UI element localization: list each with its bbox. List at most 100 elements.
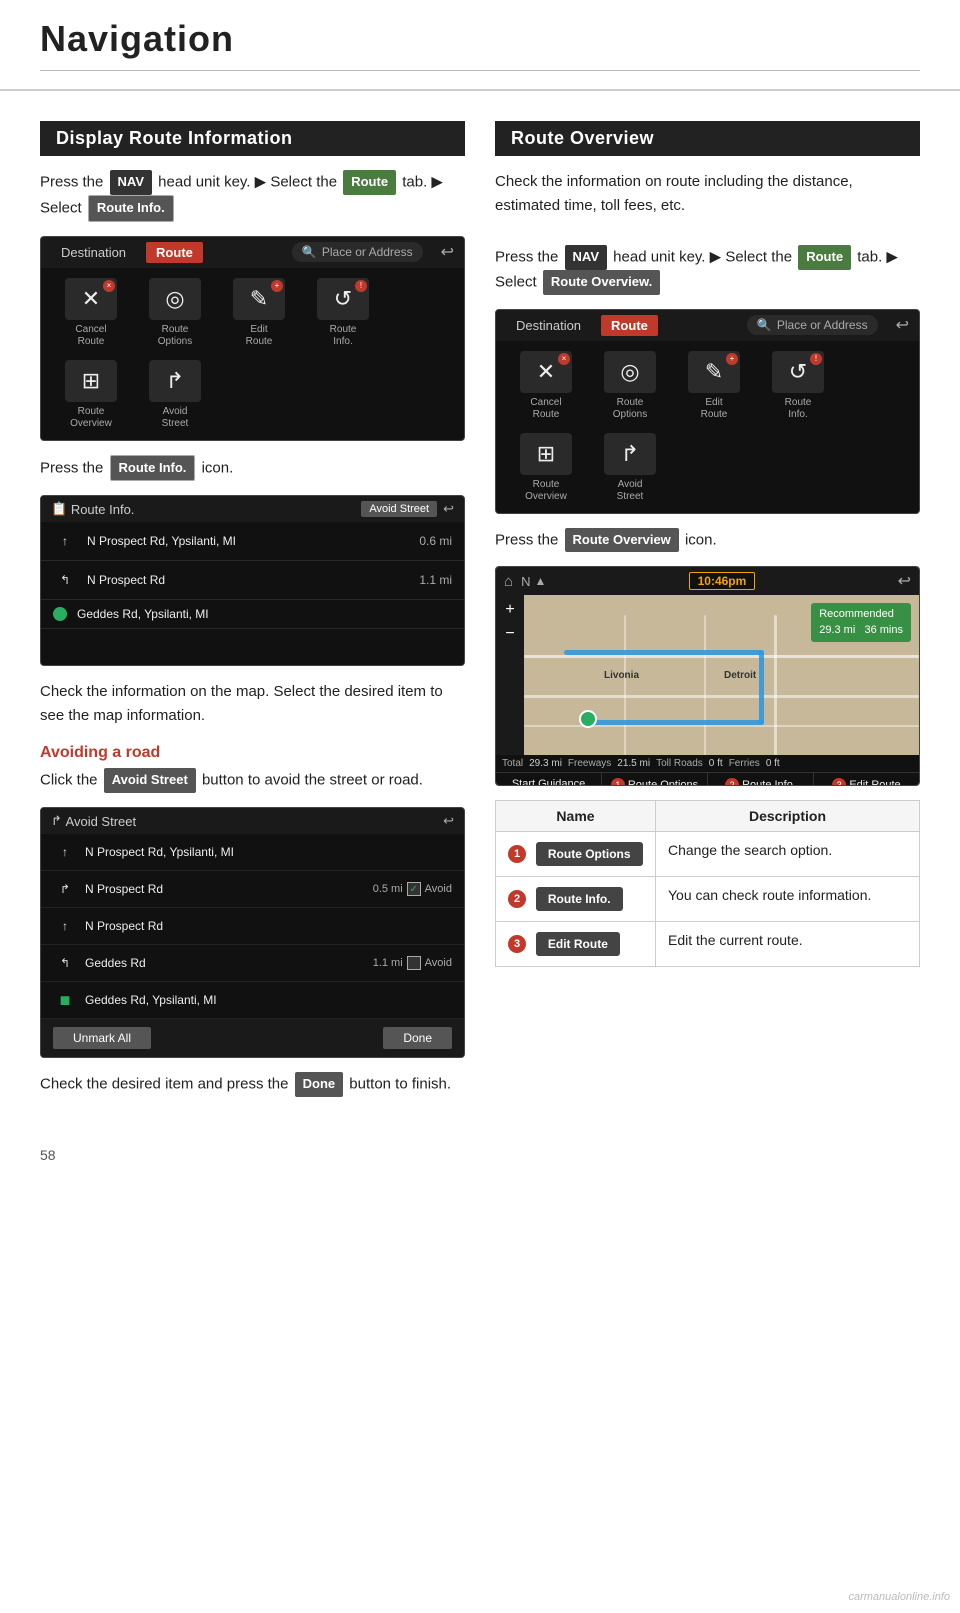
- avoid-row-4: ↰ Geddes Rd 1.1 mi Avoid: [41, 945, 464, 982]
- screen2-search-bar: 🔍 Place or Address: [747, 315, 878, 335]
- table-cell-route-info: 2 Route Info.: [496, 877, 656, 922]
- table-row-2: 2 Route Info. You can check route inform…: [496, 877, 920, 922]
- avoid-arrow-3: ↑: [53, 914, 77, 938]
- avoid-dest-icon: ■: [53, 988, 77, 1012]
- nav-badge-2: NAV: [565, 245, 607, 270]
- num-circle-2: 2: [508, 890, 526, 908]
- screen2-icons: ✕× CancelRoute ◎ RouteOptions ✎+ EditRou…: [496, 341, 919, 513]
- map-label-detroit: Detroit: [724, 670, 756, 681]
- done-badge: Done: [295, 1072, 344, 1097]
- map-back-btn: ↩: [898, 571, 911, 591]
- routeoverview-badge-1: Route Overview.: [543, 270, 660, 295]
- table-cell-edit-route-desc: Edit the current route.: [656, 922, 920, 967]
- avoid-topbar: ↱ Avoid Street ↩: [41, 808, 464, 834]
- unmark-all-btn[interactable]: Unmark All: [53, 1027, 151, 1049]
- nav-sidebar: + −: [496, 595, 524, 755]
- screen2-icon-route-options: ◎ RouteOptions: [594, 351, 666, 421]
- table-header-name: Name: [496, 801, 656, 832]
- avoid-back-btn: ↩: [443, 813, 454, 829]
- done-btn[interactable]: Done: [383, 1027, 452, 1049]
- routeinfo-badge-press: Route Info.: [110, 455, 196, 482]
- screen1-icon-route-info: ↺! RouteInfo.: [307, 278, 379, 348]
- nav-badge-1: NAV: [110, 170, 152, 195]
- screen1-icon-route-options: ◎ RouteOptions: [139, 278, 211, 348]
- screen1-tab-destination: Destination: [51, 242, 136, 263]
- routeinfo-row-2: ↰ N Prospect Rd 1.1 mi: [41, 561, 464, 600]
- routeinfo-back-btn: ↩: [443, 501, 454, 517]
- screen1-icon-avoid-street: ↱ AvoidStreet: [139, 360, 211, 430]
- avoid-arrow-1: ↑: [53, 840, 77, 864]
- map-topbar: ⌂ N ▲ 10:46pm ↩: [496, 567, 919, 595]
- table-cell-route-options-desc: Change the search option.: [656, 832, 920, 877]
- routeinfo-row-1: ↑ N Prospect Rd, Ypsilanti, MI 0.6 mi: [41, 522, 464, 561]
- avoid-screen-icon: ↱: [51, 813, 62, 829]
- avoiding-road-title: Avoiding a road: [40, 744, 465, 762]
- edit-route-btn: Edit Route: [536, 932, 620, 956]
- badge-indicator: ×: [103, 280, 115, 292]
- press-routeinfo-text: Press the Route Info. icon.: [40, 455, 465, 482]
- num-circle-3: 3: [508, 935, 526, 953]
- routeinfo-screen-icon: 📋: [51, 501, 67, 517]
- route-options-btn: Route Options: [536, 842, 643, 866]
- routeinfo-screen: 📋 Route Info. Avoid Street ↩ ↑ N Prospec…: [40, 495, 465, 666]
- zoom-out: −: [505, 625, 514, 643]
- watermark: carmanualonline.info: [848, 1591, 950, 1603]
- zoom-in: +: [505, 601, 514, 619]
- badge-ind-edit: +: [726, 353, 738, 365]
- map-bottom-btns: Start Guidance 1Route Options 2Route Inf…: [496, 772, 919, 786]
- search-icon-2: 🔍: [757, 318, 772, 332]
- left-intro-text: Press the NAV head unit key. ▶ Select th…: [40, 170, 465, 222]
- map-time-badge: 10:46pm: [689, 572, 756, 590]
- screen2-back-btn: ↩: [896, 315, 909, 335]
- map-btn-edit-route[interactable]: 3Edit Route: [814, 773, 919, 786]
- arrow-icon-1: ↑: [53, 529, 77, 553]
- description-table: Name Description 1 Route Options Change …: [495, 800, 920, 967]
- screen1-icon-cancel-route: ✕× CancelRoute: [55, 278, 127, 348]
- avoid-street-btn: Avoid Street: [361, 501, 437, 517]
- avoid-screen: ↱ Avoid Street ↩ ↑ N Prospect Rd, Ypsila…: [40, 807, 465, 1058]
- map-btn-route-options[interactable]: 1Route Options: [602, 773, 708, 786]
- map-body: + −: [496, 595, 919, 755]
- nav-icon: ▲: [534, 574, 546, 588]
- avoid-row-1: ↑ N Prospect Rd, Ypsilanti, MI: [41, 834, 464, 871]
- screen1-topbar: Destination Route 🔍 Place or Address ↩: [41, 237, 464, 268]
- check-info-text: Check the information on the map. Select…: [40, 680, 465, 728]
- routeinfo-badge-1: Route Info.: [88, 195, 174, 222]
- screen1-search-bar: 🔍 Place or Address: [292, 242, 423, 262]
- screen2-icon-cancel-route: ✕× CancelRoute: [510, 351, 582, 421]
- table-cell-route-options: 1 Route Options: [496, 832, 656, 877]
- page-footer: 58: [0, 1137, 960, 1173]
- screen2-icon-avoid-street: ↱ AvoidStreet: [594, 433, 666, 503]
- screen1-icon-route-overview: ⊞ RouteOverview: [55, 360, 127, 430]
- map-footer-stats: Total 29.3 mi Freeways 21.5 mi Toll Road…: [496, 755, 919, 772]
- avoidstreet-badge: Avoid Street: [104, 768, 196, 793]
- page-title: Navigation: [40, 18, 234, 59]
- recommended-box: Recommended 29.3 mi 36 mins: [811, 603, 911, 642]
- badge-ind-cancel: ×: [558, 353, 570, 365]
- route-info-btn: Route Info.: [536, 887, 623, 911]
- right-column: Route Overview Check the information on …: [495, 121, 920, 1107]
- avoid-checkbox-2: ✓: [407, 882, 421, 896]
- screen-mock-2: Destination Route 🔍 Place or Address ↩ ✕…: [495, 309, 920, 514]
- arrow-icon-2: ↰: [53, 568, 77, 592]
- routeoverview-badge-press: Route Overview: [565, 528, 679, 553]
- table-cell-edit-route: 3 Edit Route: [496, 922, 656, 967]
- screen1-back-btn: ↩: [441, 242, 454, 262]
- map-btn-start-guidance[interactable]: Start Guidance: [496, 773, 602, 786]
- right-press-nav: Press the NAV head unit key. ▶ Select th…: [495, 245, 920, 295]
- screen2-icon-route-info: ↺! RouteInfo.: [762, 351, 834, 421]
- badge-indicator-edit: +: [271, 280, 283, 292]
- map-btn-route-info[interactable]: 2Route Info.: [708, 773, 814, 786]
- right-intro-text: Check the information on route including…: [495, 170, 920, 218]
- routeinfo-row-dest: Geddes Rd, Ypsilanti, MI: [41, 600, 464, 629]
- map-label-livonia: Livonia: [604, 670, 639, 681]
- page-number: 58: [40, 1147, 56, 1163]
- left-column: Display Route Information Press the NAV …: [40, 121, 465, 1107]
- avoid-row-dest: ■ Geddes Rd, Ypsilanti, MI: [41, 982, 464, 1019]
- avoid-arrow-2: ↱: [53, 877, 77, 901]
- route-badge-1: Route: [343, 170, 396, 195]
- press-routeoverview-text: Press the Route Overview icon.: [495, 528, 920, 553]
- badge-indicator-info: !: [355, 280, 367, 292]
- routeinfo-topbar: 📋 Route Info. Avoid Street ↩: [41, 496, 464, 522]
- check-done-text: Check the desired item and press the Don…: [40, 1072, 465, 1097]
